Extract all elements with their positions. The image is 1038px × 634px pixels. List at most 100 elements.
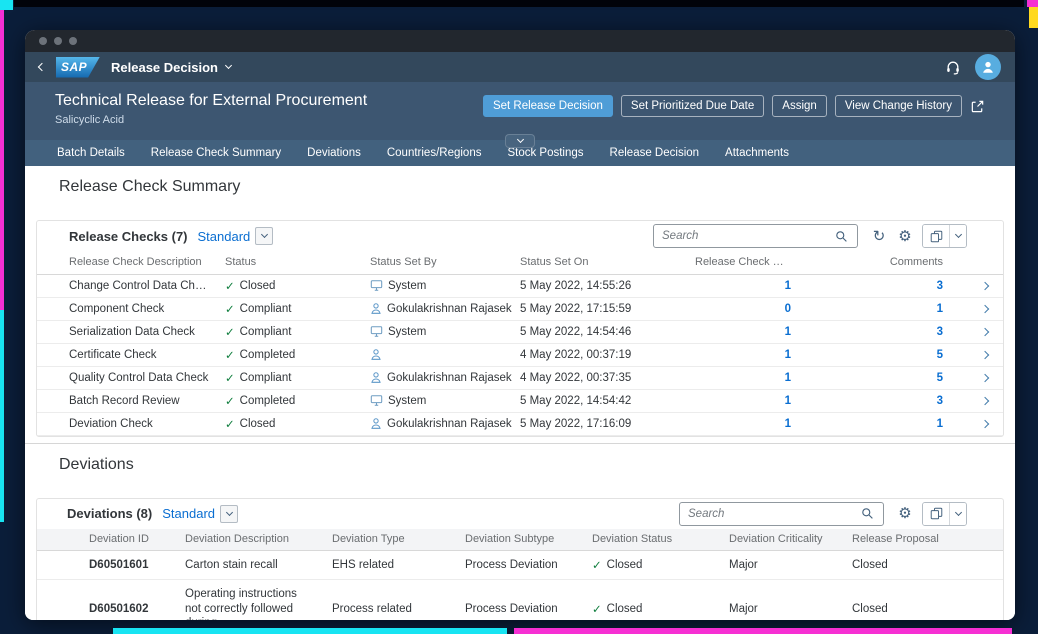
tab-batch-details[interactable]: Batch Details — [57, 147, 125, 159]
table-row[interactable]: Batch Record Review ✓ Completed System 5… — [37, 389, 1003, 412]
status-text: Compliant — [240, 303, 292, 315]
messages-cell: 1 — [687, 412, 837, 435]
column-navigation — [967, 251, 1003, 274]
tab-countries-regions[interactable]: Countries/Regions — [387, 147, 482, 159]
row-navigation-cell — [967, 274, 1003, 297]
column-status[interactable]: Status — [217, 251, 362, 274]
column-status-set-by[interactable]: Status Set By — [362, 251, 512, 274]
view-selector-label[interactable]: Standard — [162, 506, 215, 521]
messages-count-link[interactable]: 1 — [785, 326, 791, 338]
column-deviation-subtype[interactable]: Deviation Subtype — [457, 529, 584, 551]
column-deviation-id[interactable]: Deviation ID — [37, 529, 177, 551]
comments-count-link[interactable]: 5 — [937, 349, 943, 361]
export-menu-chevron-icon[interactable] — [949, 225, 966, 247]
row-chevron-icon[interactable] — [981, 396, 989, 404]
copy-icon[interactable] — [923, 225, 949, 247]
assign-button[interactable]: Assign — [772, 95, 827, 117]
view-selector-label[interactable]: Standard — [198, 229, 251, 244]
table-row[interactable]: D60501602 Operating instructions not cor… — [37, 580, 1003, 620]
comments-count-link[interactable]: 3 — [937, 280, 943, 292]
messages-count-link[interactable]: 1 — [785, 349, 791, 361]
object-page-titles: Technical Release for External Procureme… — [55, 92, 367, 126]
set-release-decision-button[interactable]: Set Release Decision — [483, 95, 613, 117]
table-row[interactable]: Serialization Data Check ✓ Compliant Sys… — [37, 320, 1003, 343]
close-window-dot[interactable] — [39, 37, 47, 45]
user-avatar[interactable] — [975, 54, 1001, 80]
release-check-description-cell: Serialization Data Check — [37, 320, 217, 343]
view-change-history-button[interactable]: View Change History — [835, 95, 962, 117]
view-selector-dropdown-icon[interactable] — [255, 227, 273, 245]
column-deviation-type[interactable]: Deviation Type — [324, 529, 457, 551]
release-check-description-cell: Component Check — [37, 297, 217, 320]
table-row[interactable]: Component Check ✓ Compliant Gokulakrishn… — [37, 297, 1003, 320]
column-release-proposal[interactable]: Release Proposal — [844, 529, 1003, 551]
release-checks-toolbar: Release Checks (7) Standard ↻ ⚙ — [37, 221, 1003, 251]
row-chevron-icon[interactable] — [981, 327, 989, 335]
row-chevron-icon[interactable] — [981, 373, 989, 381]
status-set-on-cell: 5 May 2022, 14:55:26 — [512, 274, 687, 297]
settings-gear-icon[interactable]: ⚙ — [892, 224, 918, 248]
row-chevron-icon[interactable] — [981, 419, 989, 427]
messages-cell: 1 — [687, 366, 837, 389]
view-selector[interactable]: Standard — [162, 505, 238, 523]
column-status-set-on[interactable]: Status Set On — [512, 251, 687, 274]
table-row[interactable]: Certificate Check ✓ Completed 4 May 2022… — [37, 343, 1003, 366]
search-input[interactable] — [662, 230, 832, 242]
check-icon: ✓ — [225, 417, 235, 431]
settings-gear-icon[interactable]: ⚙ — [892, 502, 918, 526]
search-field — [679, 502, 884, 526]
support-headset-icon[interactable] — [945, 59, 961, 75]
view-selector-dropdown-icon[interactable] — [220, 505, 238, 523]
app-title-menu[interactable]: Release Decision — [111, 60, 231, 75]
table-row[interactable]: D60501601 Carton stain recall EHS relate… — [37, 551, 1003, 580]
table-row[interactable]: Deviation Check ✓ Closed Gokulakrishnan … — [37, 412, 1003, 435]
status-set-by-cell: Gokulakrishnan Rajasekaran — [362, 412, 512, 435]
search-icon[interactable] — [832, 224, 850, 248]
tab-release-decision[interactable]: Release Decision — [610, 147, 700, 159]
comments-count-link[interactable]: 1 — [937, 418, 943, 430]
view-selector[interactable]: Standard — [198, 227, 274, 245]
minimize-window-dot[interactable] — [54, 37, 62, 45]
column-deviation-description[interactable]: Deviation Description — [177, 529, 324, 551]
set-prioritized-due-date-button[interactable]: Set Prioritized Due Date — [621, 95, 764, 117]
messages-count-link[interactable]: 1 — [785, 418, 791, 430]
back-button[interactable] — [39, 64, 45, 70]
messages-count-link[interactable]: 1 — [785, 372, 791, 384]
person-icon — [370, 302, 382, 315]
row-chevron-icon[interactable] — [981, 304, 989, 312]
maximize-window-dot[interactable] — [69, 37, 77, 45]
column-deviation-status[interactable]: Deviation Status — [584, 529, 721, 551]
export-menu-chevron-icon[interactable] — [949, 503, 966, 525]
header-collapse-button[interactable] — [505, 134, 535, 148]
messages-count-link[interactable]: 0 — [785, 303, 791, 315]
search-icon[interactable] — [858, 502, 876, 526]
comments-count-link[interactable]: 1 — [937, 303, 943, 315]
table-row[interactable]: Quality Control Data Check ✓ Compliant G… — [37, 366, 1003, 389]
system-icon — [370, 279, 383, 292]
row-chevron-icon[interactable] — [981, 350, 989, 358]
tab-stock-postings[interactable]: Stock Postings — [507, 147, 583, 159]
tab-deviations[interactable]: Deviations — [307, 147, 361, 159]
tab-attachments[interactable]: Attachments — [725, 147, 789, 159]
share-icon[interactable] — [970, 99, 985, 114]
tab-release-check-summary[interactable]: Release Check Summary — [151, 147, 281, 159]
refresh-icon[interactable]: ↻ — [866, 224, 892, 248]
status-cell: ✓ Compliant — [217, 297, 362, 320]
column-release-check-messages[interactable]: Release Check Messages — [687, 251, 837, 274]
messages-count-link[interactable]: 1 — [785, 395, 791, 407]
messages-count-link[interactable]: 1 — [785, 280, 791, 292]
copy-icon[interactable] — [923, 503, 949, 525]
column-deviation-criticality[interactable]: Deviation Criticality — [721, 529, 844, 551]
column-comments[interactable]: Comments — [837, 251, 967, 274]
status-text: Completed — [240, 395, 296, 407]
comments-count-link[interactable]: 5 — [937, 372, 943, 384]
release-proposal-cell: Closed — [844, 580, 1003, 620]
comments-count-link[interactable]: 3 — [937, 395, 943, 407]
sap-logo[interactable]: SAP — [56, 57, 100, 78]
check-icon: ✓ — [225, 371, 235, 385]
column-release-check-description[interactable]: Release Check Description — [37, 251, 217, 274]
row-chevron-icon[interactable] — [981, 281, 989, 289]
search-input[interactable] — [688, 508, 858, 520]
comments-count-link[interactable]: 3 — [937, 326, 943, 338]
table-row[interactable]: Change Control Data Check ✓ Closed Syste… — [37, 274, 1003, 297]
